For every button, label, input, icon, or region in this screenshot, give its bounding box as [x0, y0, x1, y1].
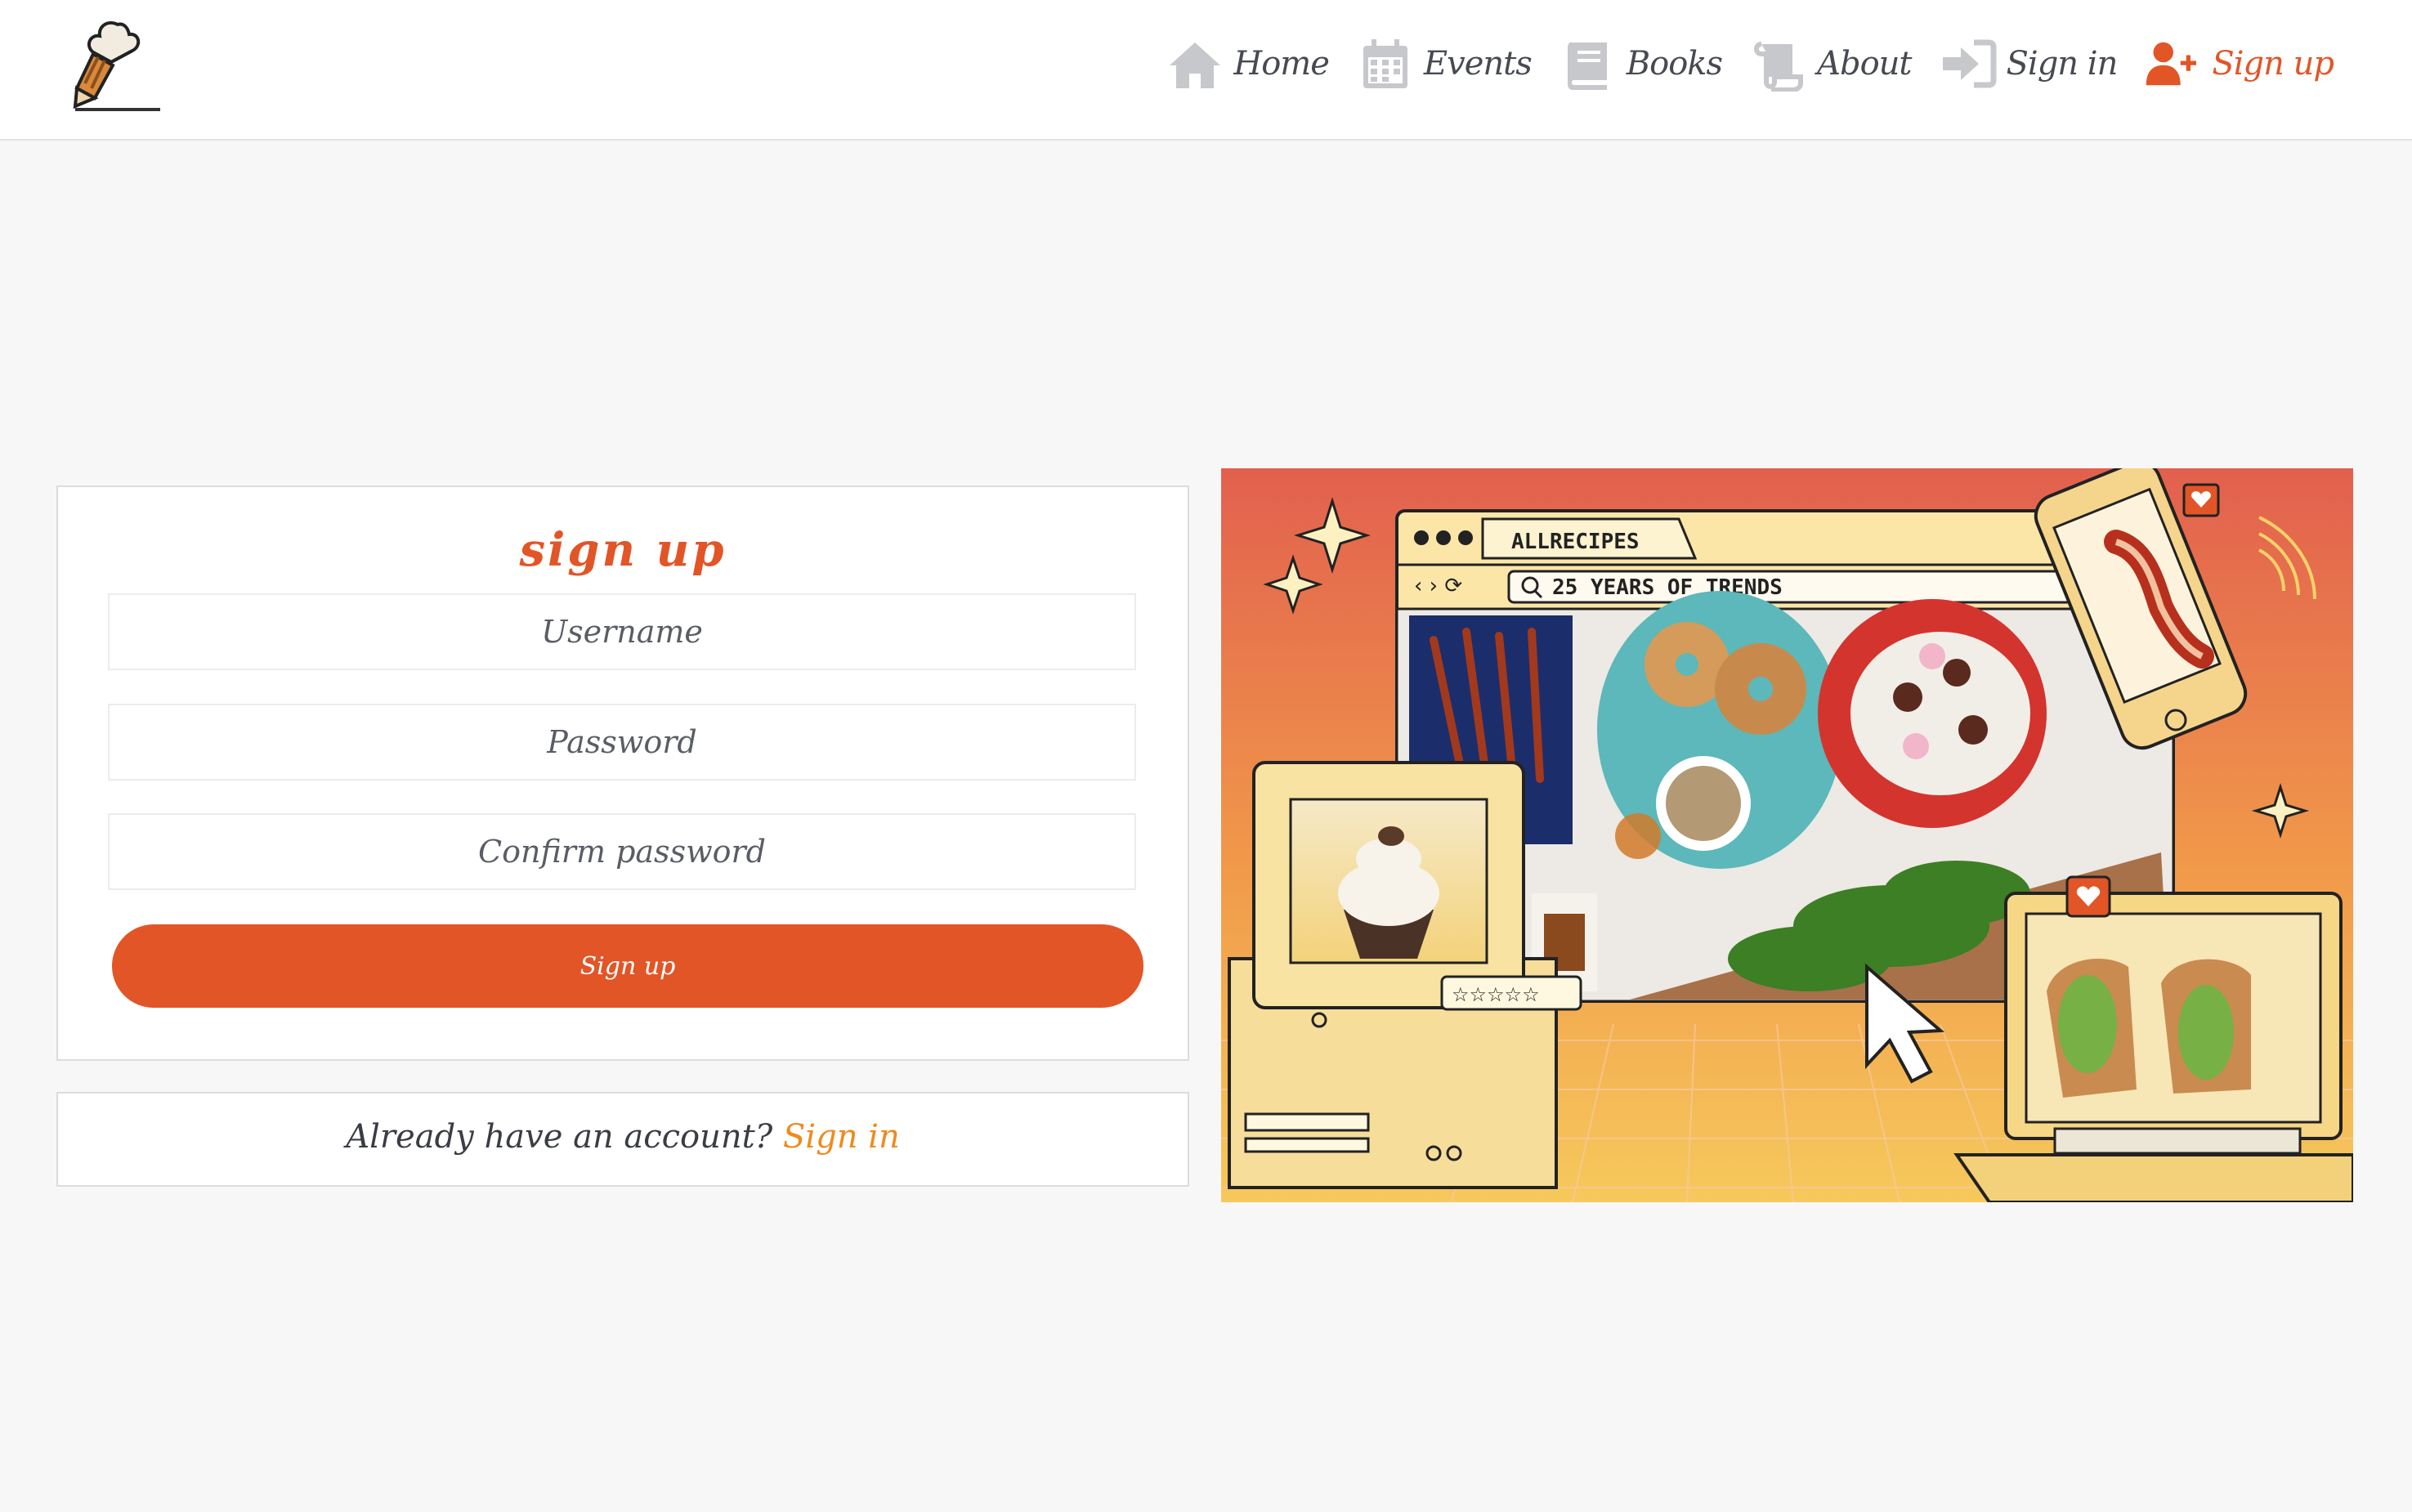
nav-menu: Home Events Books About Sign in Sign up [1166, 31, 2334, 96]
signin-prompt-card: Already have an account? Sign in [56, 1092, 1189, 1187]
nav-label-home: Home [1233, 45, 1330, 83]
nav-label-sign-in: Sign in [2006, 45, 2119, 83]
nav-item-about[interactable]: About [1750, 36, 1913, 92]
sign-in-link[interactable]: Sign in [783, 1118, 900, 1156]
nav-item-sign-up[interactable]: Sign up [2145, 36, 2334, 92]
nav-label-events: Events [1423, 45, 1533, 83]
signin-prompt-text: Already have an account? [346, 1118, 773, 1156]
hero-illustration: ALLRECIPES ‹ › ⟳ 25 YEARS OF TRENDS ☆☆☆☆… [1221, 468, 2353, 1202]
svg-text:☆☆☆☆☆: ☆☆☆☆☆ [1452, 983, 1540, 1006]
signin-prompt: Already have an account? Sign in [58, 1118, 1188, 1156]
nav-item-home[interactable]: Home [1166, 36, 1330, 92]
user-plus-icon [2146, 42, 2197, 86]
confirm-password-input[interactable] [108, 813, 1136, 890]
nav-label-about: About [1817, 45, 1912, 83]
nav-item-events[interactable]: Events [1357, 36, 1533, 92]
nav-item-books[interactable]: Books [1560, 36, 1723, 92]
password-input[interactable] [108, 704, 1136, 781]
book-icon [1567, 42, 1607, 90]
signup-title: sign up [519, 523, 727, 577]
signup-form-card: sign up Sign up [56, 485, 1189, 1061]
browser-tab-label: ALLRECIPES [1511, 530, 1640, 554]
laptop-illustration [1953, 875, 2353, 1202]
username-input[interactable] [108, 593, 1136, 670]
sign-in-icon [1942, 39, 1996, 88]
chef-pencil-logo[interactable] [69, 18, 167, 114]
scroll-icon [1754, 42, 1804, 92]
sign-up-button[interactable]: Sign up [112, 924, 1143, 1008]
calendar-icon [1363, 39, 1407, 88]
top-navbar: Home Events Books About Sign in Sign up [0, 0, 2412, 141]
home-icon [1170, 42, 1221, 88]
nav-label-sign-up: Sign up [2212, 45, 2334, 83]
hero-graphic: ALLRECIPES ‹ › ⟳ 25 YEARS OF TRENDS ☆☆☆☆… [1221, 468, 2353, 1202]
nav-item-sign-in[interactable]: Sign in [1940, 36, 2118, 92]
nav-label-books: Books [1626, 45, 1723, 83]
svg-text:‹ › ⟳: ‹ › ⟳ [1414, 574, 1462, 598]
